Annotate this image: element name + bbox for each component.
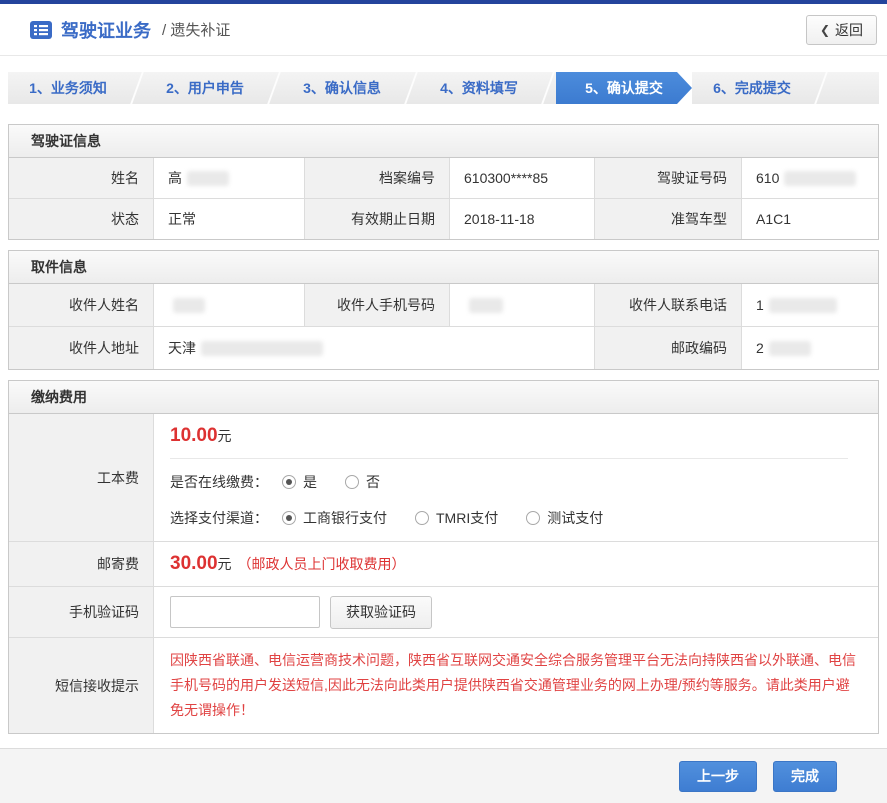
finish-button[interactable]: 完成 bbox=[773, 761, 837, 792]
field-label: 档案编号 bbox=[305, 158, 449, 198]
sms-code-input[interactable] bbox=[170, 596, 320, 628]
radio-unselected-icon bbox=[415, 511, 429, 525]
field-label: 有效期止日期 bbox=[305, 199, 449, 239]
field-label: 收件人联系电话 bbox=[595, 284, 741, 326]
field-label: 手机验证码 bbox=[9, 587, 153, 637]
radio-selected-icon bbox=[282, 475, 296, 489]
section-pickup-info: 取件信息 收件人姓名 收件人手机号码 收件人联系电话1 收件人地址天津邮政编码2 bbox=[8, 250, 879, 370]
field-label: 收件人地址 bbox=[9, 327, 153, 369]
back-button[interactable]: ❮ 返回 bbox=[806, 15, 877, 45]
get-sms-code-button[interactable]: 获取验证码 bbox=[330, 596, 432, 629]
payment-channel-caption: 选择支付渠道： bbox=[170, 508, 268, 528]
field-label: 邮寄费 bbox=[9, 542, 153, 586]
section-title: 取件信息 bbox=[9, 251, 878, 284]
field-value: 2 bbox=[742, 327, 878, 369]
field-label: 收件人手机号码 bbox=[305, 284, 449, 326]
step-6[interactable]: 6、完成提交 bbox=[692, 72, 812, 104]
field-label: 邮政编码 bbox=[595, 327, 741, 369]
step-separator bbox=[402, 72, 419, 104]
step-separator bbox=[128, 72, 145, 104]
field-label: 驾驶证号码 bbox=[595, 158, 741, 198]
field-value bbox=[154, 284, 304, 326]
online-payment-option[interactable]: 是 bbox=[282, 472, 317, 492]
fee-unit: 元 bbox=[218, 554, 232, 574]
step-separator bbox=[812, 72, 829, 104]
field-label: 工本费 bbox=[9, 414, 153, 541]
section-title: 缴纳费用 bbox=[9, 381, 878, 414]
license-info-table: 姓名高档案编号610300****85驾驶证号码610 状态正常有效期止日期201… bbox=[9, 158, 878, 239]
field-value: 610300****85 bbox=[450, 158, 594, 198]
field-value: 610 bbox=[742, 158, 878, 198]
list-icon bbox=[30, 21, 52, 39]
radio-unselected-icon bbox=[526, 511, 540, 525]
step-filler bbox=[829, 72, 879, 104]
production-fee-cell: 10.00元 是否在线缴费： 是否 选择支付渠道： 工商银行支付TMRI支付测试… bbox=[154, 414, 878, 541]
payment-channel-row: 选择支付渠道： 工商银行支付 TMRI支付 测试支付 bbox=[170, 505, 862, 531]
fee-amount: 30.00 bbox=[170, 553, 218, 575]
payment-channel-option[interactable]: TMRI支付 bbox=[415, 508, 498, 528]
footer-bar: 上一步 完成 bbox=[0, 748, 887, 803]
section-payment: 缴纳费用 工本费 10.00元 是否在线缴费： 是否 选择支付渠道： 工商银行支… bbox=[8, 380, 879, 734]
section-title: 驾驶证信息 bbox=[9, 125, 878, 158]
step-separator bbox=[265, 72, 282, 104]
step-1[interactable]: 1、业务须知 bbox=[8, 72, 128, 104]
field-value: 1 bbox=[742, 284, 878, 326]
redacted-value bbox=[187, 171, 229, 186]
redacted-value bbox=[769, 298, 837, 313]
payment-channel-option[interactable]: 测试支付 bbox=[526, 508, 603, 528]
redacted-value bbox=[769, 341, 811, 356]
field-value bbox=[450, 284, 594, 326]
field-label: 短信接收提示 bbox=[9, 638, 153, 733]
redacted-value bbox=[201, 341, 323, 356]
online-payment-row: 是否在线缴费： 是否 bbox=[170, 469, 862, 495]
postage-note: （邮政人员上门收取费用） bbox=[238, 554, 406, 574]
field-label: 准驾车型 bbox=[595, 199, 741, 239]
fee-amount: 10.00 bbox=[170, 425, 218, 446]
header: 驾驶证业务 / 遗失补证 ❮ 返回 bbox=[0, 4, 887, 56]
breadcrumb: 驾驶证业务 / 遗失补证 bbox=[30, 17, 230, 43]
radio-option-label: 工商银行支付 bbox=[303, 508, 387, 528]
field-value: 天津 bbox=[154, 327, 594, 369]
chevron-left-icon: ❮ bbox=[820, 23, 830, 37]
payment-channel-options: 工商银行支付 TMRI支付 测试支付 bbox=[282, 508, 631, 528]
step-wizard: 1、业务须知 2、用户申告 3、确认信息 4、资料填写 5、确认提交6、完成提交 bbox=[8, 72, 879, 104]
pickup-info-table: 收件人姓名 收件人手机号码 收件人联系电话1 收件人地址天津邮政编码2 bbox=[9, 284, 878, 369]
production-fee-amount: 10.00元 bbox=[170, 425, 848, 459]
field-label: 状态 bbox=[9, 199, 153, 239]
radio-option-label: TMRI支付 bbox=[436, 508, 498, 528]
field-value: 正常 bbox=[154, 199, 304, 239]
prev-step-button[interactable]: 上一步 bbox=[679, 761, 757, 792]
sms-code-cell: 获取验证码 bbox=[154, 587, 878, 637]
field-value: A1C1 bbox=[742, 199, 878, 239]
field-label: 收件人姓名 bbox=[9, 284, 153, 326]
step-3[interactable]: 3、确认信息 bbox=[282, 72, 402, 104]
radio-option-label: 否 bbox=[366, 472, 380, 492]
breadcrumb-current: / 遗失补证 bbox=[162, 19, 230, 40]
sms-notice-text: 因陕西省联通、电信运营商技术问题，陕西省互联网交通安全综合服务管理平台无法向持陕… bbox=[154, 638, 878, 733]
back-button-label: 返回 bbox=[835, 20, 863, 40]
online-payment-caption: 是否在线缴费： bbox=[170, 472, 268, 492]
field-value: 高 bbox=[154, 158, 304, 198]
field-label: 姓名 bbox=[9, 158, 153, 198]
redacted-value bbox=[173, 298, 205, 313]
postage-fee-cell: 30.00元 （邮政人员上门收取费用） bbox=[154, 542, 878, 586]
section-license-info: 驾驶证信息 姓名高档案编号610300****85驾驶证号码610 状态正常有效期… bbox=[8, 124, 879, 240]
online-payment-option[interactable]: 否 bbox=[345, 472, 380, 492]
page-title: 驾驶证业务 bbox=[61, 17, 151, 43]
fee-unit: 元 bbox=[218, 428, 232, 444]
step-5-active[interactable]: 5、确认提交 bbox=[556, 72, 692, 104]
online-payment-options: 是否 bbox=[282, 472, 408, 492]
radio-selected-icon bbox=[282, 511, 296, 525]
step-4[interactable]: 4、资料填写 bbox=[419, 72, 539, 104]
radio-option-label: 是 bbox=[303, 472, 317, 492]
payment-table: 工本费 10.00元 是否在线缴费： 是否 选择支付渠道： 工商银行支付TMRI… bbox=[9, 414, 878, 733]
payment-channel-option[interactable]: 工商银行支付 bbox=[282, 508, 387, 528]
step-separator bbox=[539, 72, 556, 104]
field-value: 2018-11-18 bbox=[450, 199, 594, 239]
redacted-value bbox=[784, 171, 856, 186]
redacted-value bbox=[469, 298, 503, 313]
radio-option-label: 测试支付 bbox=[547, 508, 603, 528]
radio-unselected-icon bbox=[345, 475, 359, 489]
step-2[interactable]: 2、用户申告 bbox=[145, 72, 265, 104]
